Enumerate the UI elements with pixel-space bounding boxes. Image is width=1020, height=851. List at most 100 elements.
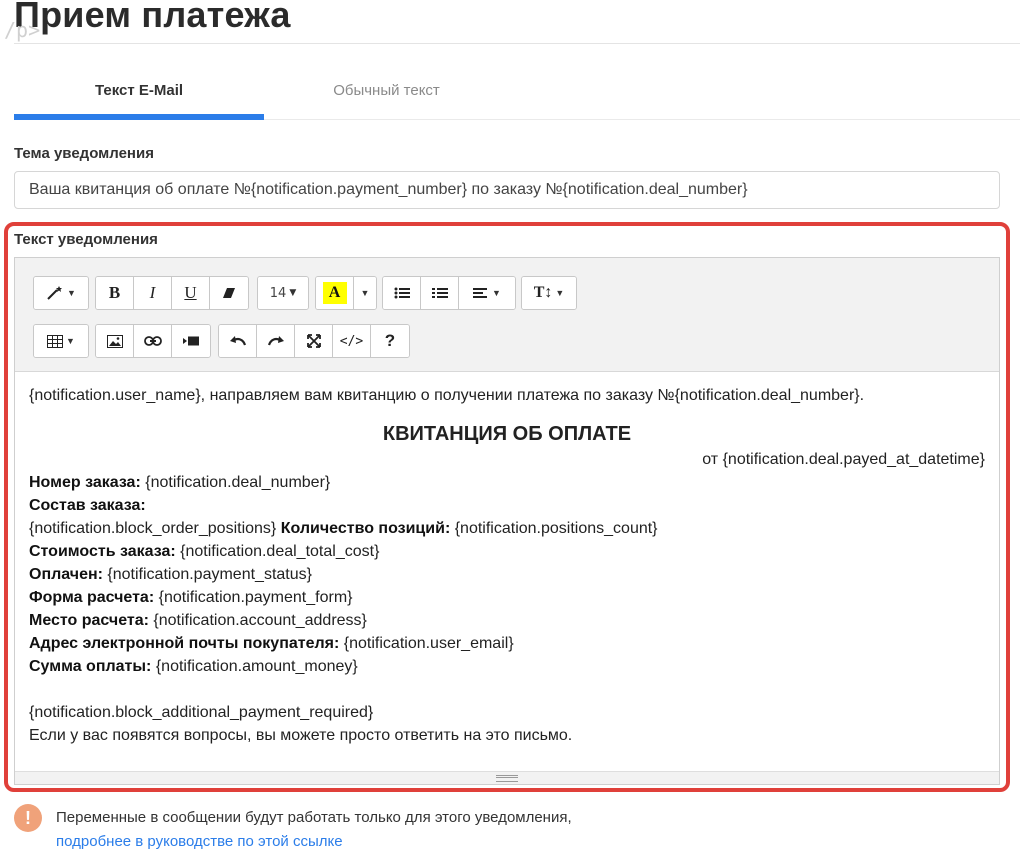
line-height-dropdown[interactable]: T↕ ▼: [522, 277, 576, 309]
text-color-button[interactable]: A: [316, 277, 354, 309]
underline-icon: U: [184, 283, 197, 302]
order-composition-line: Состав заказа:: [29, 494, 985, 517]
table-group: ▼: [33, 324, 89, 358]
color-group: A ▼: [315, 276, 377, 310]
code-view-button[interactable]: </>: [333, 325, 371, 357]
tab-email-text[interactable]: Текст E-Mail: [14, 62, 264, 120]
chevron-down-icon: ▼: [67, 288, 76, 298]
list-group: ▼: [382, 276, 516, 310]
closing-line: Если у вас появятся вопросы, вы можете п…: [29, 727, 573, 744]
image-icon: [106, 334, 123, 348]
underline-button[interactable]: U: [172, 277, 210, 309]
field-label: Адрес электронной почты покупателя:: [29, 635, 340, 652]
code-view-icon: </>: [339, 333, 364, 349]
insert-link-button[interactable]: [134, 325, 172, 357]
unordered-list-button[interactable]: [383, 277, 421, 309]
field-value: {notification.deal_number}: [140, 474, 331, 491]
font-size-group: 14 ▼: [257, 276, 309, 310]
field-value: {notification.deal_total_cost}: [175, 543, 380, 560]
greeting-line: {notification.user_name}, направляем вам…: [29, 387, 865, 404]
eraser-icon: [222, 287, 236, 299]
positions-line: {notification.block_order_positions} Кол…: [29, 517, 985, 540]
notice-text: Переменные в сообщении будут работать то…: [56, 809, 572, 826]
title-divider: [14, 43, 1020, 44]
bold-icon: B: [108, 283, 121, 302]
clear-format-button[interactable]: [210, 277, 248, 309]
amount-line: Сумма оплаты: {notification.amount_money…: [29, 655, 985, 678]
tabs-divider: [264, 119, 1020, 120]
undo-button[interactable]: [219, 325, 257, 357]
rich-text-editor: ▼ B I U 14 ▼ A ▼ ▼ T↕ ▼ ▼ </> ? {notific…: [14, 257, 1000, 785]
editor-resize-handle[interactable]: [15, 771, 999, 784]
field-label: Сумма оплаты:: [29, 658, 152, 675]
fullscreen-button[interactable]: [295, 325, 333, 357]
field-value: {notification.payment_form}: [154, 589, 353, 606]
font-style-group: B I U: [95, 276, 249, 310]
body-label: Текст уведомления: [14, 231, 158, 248]
insert-video-button[interactable]: [172, 325, 210, 357]
magic-wand-button[interactable]: ▼: [34, 277, 88, 309]
field-value: {notification.payment_status}: [102, 566, 312, 583]
chevron-down-icon: ▼: [66, 336, 75, 346]
ordered-list-button[interactable]: [421, 277, 459, 309]
help-icon: ?: [384, 331, 396, 350]
field-value: {notification.account_address}: [148, 612, 367, 629]
redo-icon: [267, 335, 285, 347]
chevron-down-icon: ▼: [360, 288, 370, 298]
subject-label: Тема уведомления: [14, 145, 154, 162]
history-group: </> ?: [218, 324, 410, 358]
field-value: {notification.positions_count}: [450, 520, 658, 537]
table-icon: [47, 334, 64, 348]
ghost-text: /p>: [4, 18, 41, 42]
chevron-down-icon: ▼: [492, 288, 501, 298]
table-dropdown[interactable]: ▼: [34, 325, 88, 357]
field-value: {notification.amount_money}: [151, 658, 358, 675]
payment-place-line: Место расчета: {notification.account_add…: [29, 609, 985, 632]
align-left-icon: [473, 287, 489, 299]
guide-link[interactable]: подробнее в руководстве по этой ссылке: [56, 833, 343, 850]
additional-block-line: {notification.block_additional_payment_r…: [29, 704, 374, 721]
page-title: Прием платежа: [14, 0, 291, 35]
field-label: Состав заказа:: [29, 497, 146, 514]
font-size-dropdown[interactable]: 14 ▼: [258, 277, 308, 309]
help-button[interactable]: ?: [371, 325, 409, 357]
style-group: ▼: [33, 276, 89, 310]
undo-icon: [229, 335, 247, 347]
field-value: {notification.user_email}: [339, 635, 514, 652]
grip-icon: [496, 774, 518, 782]
email-line: Адрес электронной почты покупателя: {not…: [29, 632, 985, 655]
field-label: Количество позиций:: [280, 520, 451, 537]
tabs: Текст E-Mail Обычный текст: [14, 62, 1020, 120]
redo-button[interactable]: [257, 325, 295, 357]
editor-content[interactable]: {notification.user_name}, направляем вам…: [15, 372, 999, 772]
subject-input[interactable]: [14, 171, 1000, 209]
font-size-value: 14: [269, 285, 287, 301]
receipt-date: от {notification.deal.payed_at_datetime}: [702, 451, 985, 468]
video-icon: [183, 336, 199, 346]
ordered-list-icon: [431, 287, 448, 299]
payment-form-line: Форма расчета: {notification.payment_for…: [29, 586, 985, 609]
active-tab-indicator: [14, 114, 264, 120]
field-label: Стоимость заказа:: [29, 543, 176, 560]
chevron-down-icon: ▼: [289, 288, 297, 298]
italic-icon: I: [149, 283, 156, 302]
field-label: Место расчета:: [29, 612, 149, 629]
link-icon: [143, 336, 162, 346]
tab-plain-text[interactable]: Обычный текст: [264, 62, 509, 120]
color-dropdown-button[interactable]: ▼: [354, 277, 376, 309]
bold-button[interactable]: B: [96, 277, 134, 309]
italic-button[interactable]: I: [134, 277, 172, 309]
text-color-icon: A: [322, 282, 347, 304]
line-height-icon: T↕: [533, 284, 553, 301]
field-label: Форма расчета:: [29, 589, 155, 606]
editor-toolbar: ▼ B I U 14 ▼ A ▼ ▼ T↕ ▼ ▼ </> ?: [15, 258, 999, 372]
line-height-group: T↕ ▼: [521, 276, 577, 310]
paid-line: Оплачен: {notification.payment_status}: [29, 563, 985, 586]
field-value: {notification.block_order_positions}: [29, 520, 281, 537]
insert-image-button[interactable]: [96, 325, 134, 357]
insert-group: [95, 324, 211, 358]
order-number-line: Номер заказа: {notification.deal_number}: [29, 471, 985, 494]
warning-icon: !: [14, 804, 42, 832]
align-dropdown[interactable]: ▼: [459, 277, 515, 309]
field-label: Оплачен:: [29, 566, 103, 583]
